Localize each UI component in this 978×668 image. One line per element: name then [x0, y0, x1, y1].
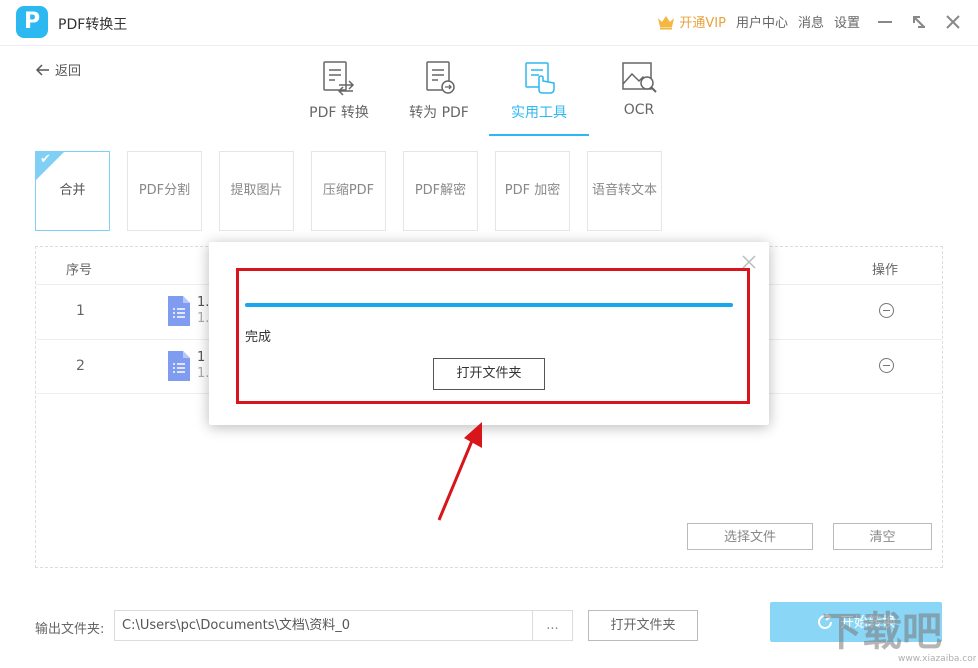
tool-compress-pdf[interactable]: 压缩PDF [311, 151, 386, 231]
select-files-button[interactable]: 选择文件 [687, 523, 813, 550]
annotation-arrow [437, 422, 482, 521]
tool-pdf-encrypt[interactable]: PDF 加密 [495, 151, 570, 231]
remove-icon[interactable] [879, 303, 894, 318]
tools-icon [525, 62, 555, 94]
tool-label: 压缩PDF [322, 183, 375, 198]
tool-label: PDF 加密 [504, 183, 561, 198]
tool-label: PDF解密 [414, 183, 467, 198]
row-index: 1 [76, 303, 85, 319]
watermark-logo: 下载吧 www.xiazaiba.com [822, 609, 976, 664]
tool-label: PDF分割 [138, 183, 191, 198]
vip-button[interactable]: 开通VIP [657, 12, 726, 31]
header-index: 序号 [66, 263, 93, 278]
tab-label: OCR [623, 102, 655, 118]
svg-text:下载吧: 下载吧 [822, 609, 942, 655]
title-bar: P PDF转换王 开通VIP 用户中心 消息 设置 [0, 0, 978, 46]
app-logo: P [16, 6, 48, 38]
tool-label: 提取图片 [230, 183, 283, 198]
file-name: 1 1. [197, 350, 209, 382]
to-pdf-icon [426, 61, 455, 94]
titlebar-actions: 开通VIP 用户中心 消息 设置 [657, 12, 962, 31]
output-folder-label: 输出文件夹: [35, 622, 105, 637]
close-icon[interactable] [944, 13, 962, 31]
tool-extract-images[interactable]: 提取图片 [219, 151, 294, 231]
tool-label: 合并 [59, 183, 86, 198]
checkmark-icon: ✔ [40, 152, 51, 167]
tab-ocr[interactable]: OCR [589, 58, 689, 136]
tab-tools[interactable]: 实用工具 [489, 58, 589, 136]
tab-pdf-convert[interactable]: PDF 转换 [289, 58, 389, 136]
svg-text:www.xiazaiba.com: www.xiazaiba.com [898, 654, 976, 664]
app-title: PDF转换王 [58, 17, 128, 33]
tab-label: 实用工具 [511, 105, 567, 121]
minimize-icon[interactable] [876, 13, 894, 31]
pdf-convert-icon [323, 61, 355, 96]
open-folder-button[interactable]: 打开文件夹 [588, 610, 698, 641]
tab-to-pdf[interactable]: 转为 PDF [389, 58, 489, 136]
doc-icon [168, 296, 190, 326]
tool-pdf-split[interactable]: PDF分割 [127, 151, 202, 231]
tool-speech-to-text[interactable]: 语音转文本 [587, 151, 662, 231]
file-name-line: 1. [197, 366, 210, 381]
file-name-line: 1. [197, 311, 210, 326]
back-arrow-icon [36, 63, 49, 76]
output-path-field[interactable]: C:\Users\pc\Documents\文档\资料_0 ... [114, 610, 573, 641]
settings-link[interactable]: 设置 [834, 12, 860, 31]
annotation-highlight [236, 268, 750, 404]
file-name-line: 1 [197, 350, 206, 365]
row-index: 2 [76, 358, 85, 374]
tab-label: PDF 转换 [309, 105, 369, 121]
doc-icon [168, 351, 190, 381]
tool-pdf-decrypt[interactable]: PDF解密 [403, 151, 478, 231]
remove-icon[interactable] [879, 358, 894, 373]
file-name-line: 1. [197, 295, 210, 310]
header-action: 操作 [872, 263, 899, 278]
user-center-link[interactable]: 用户中心 [736, 12, 788, 31]
vip-label: 开通VIP [679, 16, 726, 31]
output-path: C:\Users\pc\Documents\文档\资料_0 [122, 618, 351, 633]
back-button[interactable]: 返回 [36, 60, 81, 79]
ocr-icon [622, 62, 657, 93]
tool-label: 语音转文本 [591, 183, 657, 198]
browse-button[interactable]: ... [532, 611, 572, 640]
messages-link[interactable]: 消息 [798, 12, 824, 31]
maximize-icon[interactable] [910, 13, 928, 31]
file-name: 1. 1. [197, 295, 209, 327]
crown-icon [658, 15, 675, 29]
clear-button[interactable]: 清空 [833, 523, 932, 550]
tab-label: 转为 PDF [409, 105, 469, 121]
back-label: 返回 [55, 64, 82, 79]
tool-merge[interactable]: ✔ 合并 [35, 151, 110, 231]
